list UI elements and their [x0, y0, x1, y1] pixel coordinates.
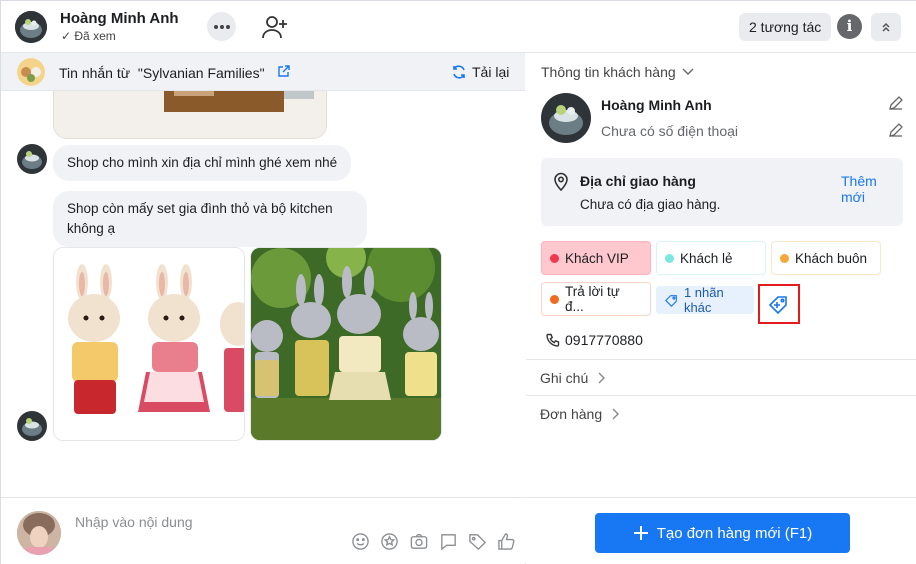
chevron-right-icon [612, 408, 620, 420]
message-bubble[interactable]: Shop còn mấy set gia đình thỏ và bộ kitc… [53, 191, 367, 247]
tag-icon [665, 294, 677, 307]
refresh-icon [453, 65, 465, 79]
emoji-icon[interactable] [351, 532, 370, 551]
previous-image-message[interactable] [53, 91, 327, 139]
tag-khach-buon[interactable]: Khách buôn [771, 241, 881, 275]
message-bubble[interactable]: Shop cho mình xin địa chỉ mình ghé xem n… [53, 145, 352, 181]
source-page-name[interactable]: "Sylvanian Families" [138, 65, 265, 81]
create-order-button[interactable]: Tạo đơn hàng mới (F1) [595, 513, 850, 553]
more-tags-button[interactable]: 1 nhãn khác [656, 285, 754, 315]
plus-icon [633, 526, 648, 540]
message-input[interactable]: Nhập vào nội dung [75, 514, 193, 530]
add-tag-icon [768, 296, 787, 315]
address-title: Địa chỉ giao hàng [580, 173, 696, 189]
tag-color-dot [780, 253, 789, 263]
page-avatar [17, 58, 45, 86]
location-pin-icon [554, 172, 568, 191]
customer-info-toggle[interactable]: Thông tin khách hàng [541, 64, 694, 80]
tag-label: Khách buôn [795, 250, 868, 266]
contact-name[interactable]: Hoàng Minh Anh [60, 10, 179, 27]
camera-icon[interactable] [409, 532, 429, 551]
sender-avatar[interactable] [17, 411, 47, 441]
check-icon: ✓ [61, 29, 75, 43]
contact-avatar[interactable] [15, 11, 47, 43]
address-empty-text: Chưa có địa giao hàng. [580, 197, 721, 212]
panel-footer: Tạo đơn hàng mới (F1) [526, 497, 916, 564]
phone-icon [546, 333, 560, 347]
seen-status: ✓ Đã xem [61, 29, 116, 43]
shipping-address-card: Địa chỉ giao hàng Chưa có địa giao hàng.… [541, 158, 903, 226]
add-user-icon [262, 16, 287, 39]
notes-label: Ghi chú [540, 370, 589, 386]
edit-phone-icon[interactable] [888, 122, 904, 138]
create-order-label: Tạo đơn hàng mới (F1) [656, 524, 813, 542]
tag-color-dot [665, 253, 674, 263]
messenger-app: Hoàng Minh Anh ✓ Đã xem 2 tương tác i Ti… [0, 0, 916, 564]
message-composer: Nhập vào nội dung [1, 497, 525, 564]
tag-label: Khách VIP [565, 250, 629, 266]
chat-source-bar: Tin nhắn từ "Sylvanian Families" Tải lại [1, 53, 525, 91]
collapse-button[interactable] [871, 13, 901, 41]
sticker-icon[interactable] [380, 532, 399, 551]
interactions-badge[interactable]: 2 tương tác [739, 13, 832, 41]
orders-label: Đơn hàng [540, 406, 603, 422]
tag-label: Trả lời tự đ... [564, 284, 620, 314]
tag-color-dot [550, 253, 559, 263]
more-dots-icon [213, 24, 230, 29]
section-title: Thông tin khách hàng [541, 64, 676, 80]
conversation-header: Hoàng Minh Anh ✓ Đã xem 2 tương tác i [1, 1, 916, 53]
image-attachment[interactable] [53, 247, 245, 441]
tag-icon[interactable] [468, 532, 487, 551]
customer-avatar [541, 93, 591, 143]
notes-section[interactable]: Ghi chú [526, 359, 916, 396]
more-tags-label: 1 nhãn khác [683, 285, 724, 315]
like-icon[interactable] [497, 532, 516, 551]
tag-khach-vip[interactable]: Khách VIP [541, 241, 651, 275]
chat-source-label: Tin nhắn từ "Sylvanian Families" [59, 65, 265, 81]
message-list[interactable]: Shop cho mình xin địa chỉ mình ghé xem n… [1, 91, 525, 497]
more-options-button[interactable] [207, 12, 236, 41]
agent-avatar [17, 511, 61, 555]
customer-phone-row[interactable]: 0917770880 [546, 332, 643, 348]
chat-panel: Tin nhắn từ "Sylvanian Families" Tải lại… [1, 53, 525, 564]
add-tag-button[interactable] [758, 284, 800, 324]
add-user-button[interactable] [261, 13, 289, 41]
tag-khach-le[interactable]: Khách lẻ [656, 241, 766, 275]
add-address-link[interactable]: Thêm mới [841, 173, 903, 205]
source-prefix: Tin nhắn từ [59, 65, 131, 81]
image-attachment[interactable] [250, 247, 442, 441]
sender-avatar[interactable] [17, 144, 47, 174]
tag-tra-loi-tu-dong[interactable]: Trả lời tự đ... [541, 282, 651, 316]
reload-label: Tải lại [472, 64, 510, 80]
reload-button[interactable]: Tải lại [451, 64, 509, 80]
phone-number: 0917770880 [565, 332, 643, 348]
tag-label: Khách lẻ [680, 250, 733, 266]
composer-toolbar [351, 532, 516, 551]
double-chevron-up-icon [882, 22, 890, 32]
customer-phone-placeholder: Chưa có số điện thoại [601, 123, 739, 139]
chevron-down-icon [682, 68, 694, 75]
edit-name-icon[interactable] [888, 95, 904, 111]
customer-info-panel: Thông tin khách hàng Hoàng Minh Anh Chưa… [526, 53, 916, 564]
external-link-icon[interactable] [277, 65, 290, 78]
seen-label: Đã xem [74, 29, 116, 43]
chevron-right-icon [598, 372, 606, 384]
info-icon[interactable]: i [837, 14, 862, 39]
orders-section[interactable]: Đơn hàng [526, 395, 916, 432]
customer-name: Hoàng Minh Anh [601, 97, 712, 113]
tag-color-dot [550, 294, 559, 304]
quick-reply-icon[interactable] [439, 532, 458, 551]
